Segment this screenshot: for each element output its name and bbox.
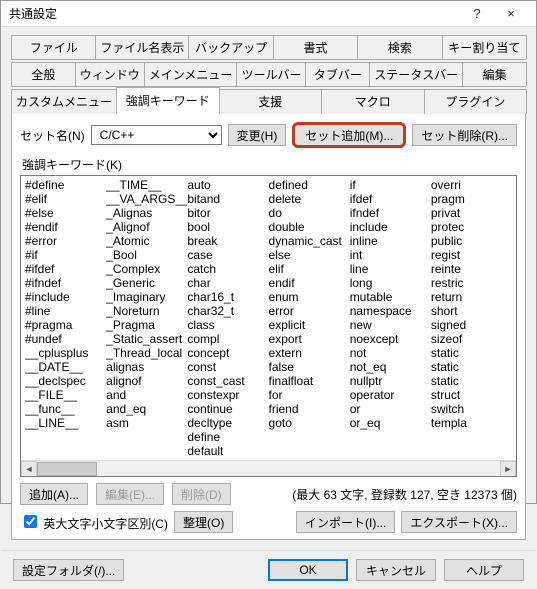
set-name-label: セット名(N) — [20, 127, 85, 144]
keyword-column: defined delete do double dynamic_cast el… — [269, 178, 350, 458]
tab-ステータスバー[interactable]: ステータスバー — [369, 62, 463, 86]
export-button[interactable]: エクスポート(X)... — [401, 511, 517, 533]
keyword-column: __TIME__ __VA_ARGS__ _Alignas _Alignof _… — [106, 178, 187, 458]
set-add-button[interactable]: セット追加(M)... — [292, 122, 406, 148]
import-button[interactable]: インポート(I)... — [296, 511, 395, 533]
settings-folder-button[interactable]: 設定フォルダ(/)... — [13, 559, 124, 581]
tab-検索[interactable]: 検索 — [357, 35, 442, 59]
scroll-left-icon[interactable]: ◄ — [21, 461, 37, 477]
scroll-thumb[interactable] — [37, 462, 97, 476]
change-button[interactable]: 変更(H) — [228, 124, 287, 146]
tab-ファイル[interactable]: ファイル — [11, 35, 96, 59]
keyword-column: overri pragm privat protec public regist… — [431, 178, 512, 458]
case-checkbox[interactable]: 英大文字小文字区別(C) — [20, 512, 168, 532]
set-name-select[interactable]: C/C++ — [91, 125, 222, 145]
tab-ファイル名表示[interactable]: ファイル名表示 — [95, 35, 189, 59]
keyword-listbox[interactable]: #define #elif #else #endif #error #if #i… — [20, 175, 517, 477]
keyword-list-label: 強調キーワード(K) — [22, 156, 517, 173]
tab-全般[interactable]: 全般 — [11, 62, 76, 86]
sort-button[interactable]: 整理(O) — [174, 511, 233, 533]
case-checkbox-input[interactable] — [24, 515, 37, 528]
close-icon[interactable]: × — [494, 6, 528, 21]
stats-text: (最大 63 文字, 登録数 127, 空き 12373 個) — [292, 486, 517, 503]
tab-カスタムメニュー[interactable]: カスタムメニュー — [11, 89, 117, 114]
add-button[interactable]: 追加(A)... — [20, 483, 88, 505]
help-icon[interactable]: ? — [460, 6, 494, 21]
tab-バックアップ[interactable]: バックアップ — [188, 35, 273, 59]
case-checkbox-label: 英大文字小文字区別(C) — [43, 517, 168, 531]
tab-書式[interactable]: 書式 — [273, 35, 358, 59]
tab-タブバー[interactable]: タブバー — [305, 62, 370, 86]
set-delete-button[interactable]: セット削除(R)... — [412, 124, 517, 146]
tab-キー割り当て[interactable]: キー割り当て — [442, 35, 527, 59]
tab-強調キーワード[interactable]: 強調キーワード — [116, 87, 220, 114]
tab-編集[interactable]: 編集 — [462, 62, 527, 86]
tab-支援[interactable]: 支援 — [219, 89, 323, 114]
tab-ツールバー[interactable]: ツールバー — [236, 62, 306, 86]
window-title: 共通設定 — [9, 5, 460, 22]
horizontal-scrollbar[interactable]: ◄ ► — [21, 460, 516, 476]
ok-button[interactable]: OK — [268, 559, 348, 581]
scroll-right-icon[interactable]: ► — [500, 461, 516, 477]
cancel-button[interactable]: キャンセル — [356, 559, 436, 581]
tab-メインメニュー[interactable]: メインメニュー — [144, 62, 238, 86]
keyword-column: #define #elif #else #endif #error #if #i… — [25, 178, 106, 458]
delete-button[interactable]: 削除(D) — [172, 483, 231, 505]
edit-button[interactable]: 編集(E)... — [96, 483, 164, 505]
help-button[interactable]: ヘルプ — [444, 559, 524, 581]
keyword-column: auto bitand bitor bool break case catch … — [187, 178, 268, 458]
tab-プラグイン[interactable]: プラグイン — [424, 89, 528, 114]
keyword-column: if ifdef ifndef include inline int line … — [350, 178, 431, 458]
tab-マクロ[interactable]: マクロ — [321, 89, 425, 114]
tab-ウィンドウ[interactable]: ウィンドウ — [75, 62, 145, 86]
